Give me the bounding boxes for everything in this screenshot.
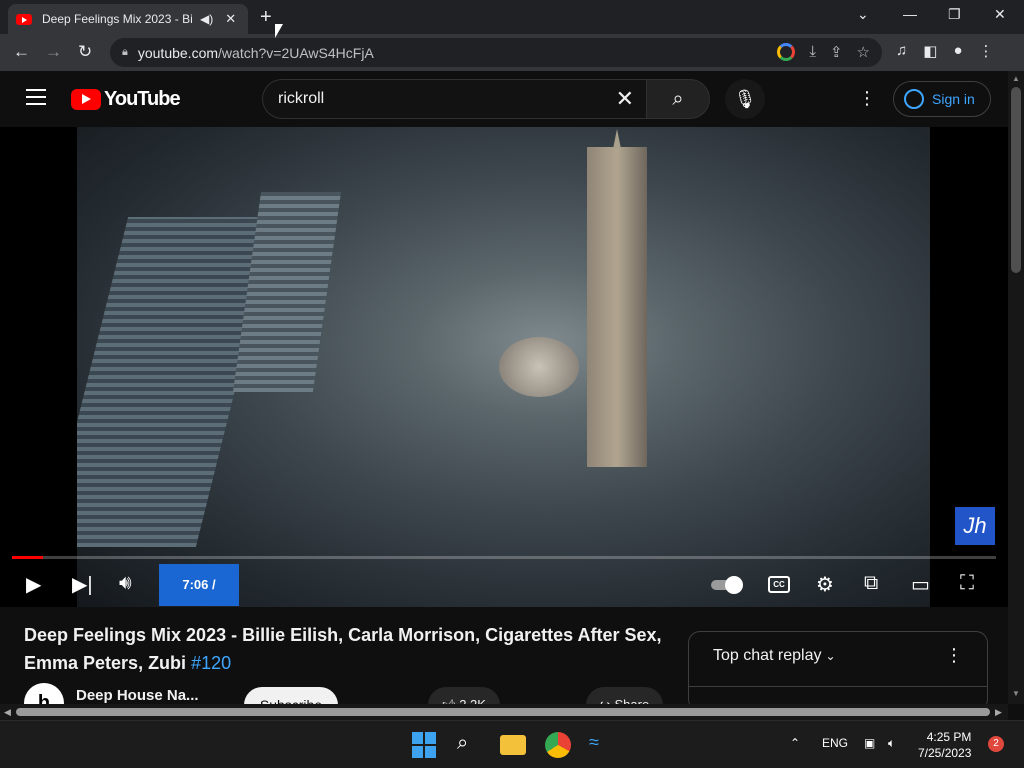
play-icon[interactable]: ▶	[26, 572, 41, 597]
notification-badge[interactable]: 2	[988, 736, 1004, 752]
clock-time: 4:25 PM	[926, 730, 972, 744]
chat-replay-dropdown[interactable]: Top chat replay ⌄	[713, 647, 836, 665]
channel-watermark[interactable]: Jh	[955, 507, 995, 545]
video-title-text: Deep Feelings Mix 2023 - Billie Eilish, …	[24, 625, 662, 673]
search-query: rickroll	[278, 90, 325, 107]
media-control-icon[interactable]: ♫	[896, 42, 907, 60]
speaker-icon[interactable]: 🔈︎	[888, 736, 895, 751]
url-host: youtube.com	[137, 44, 219, 61]
chat-replay-label: Top chat replay	[713, 647, 822, 664]
lock-icon[interactable]: 🔒︎	[122, 46, 128, 59]
video-frame[interactable]	[77, 127, 930, 607]
tab-close-icon[interactable]: ✕	[225, 11, 236, 27]
back-button[interactable]: ←	[13, 42, 30, 62]
video-scene-dome	[499, 337, 579, 397]
share-page-icon[interactable]: ⇪	[830, 43, 843, 61]
chevron-down-icon: ⌄	[825, 649, 836, 663]
subtitles-button[interactable]: CC	[768, 576, 790, 593]
settings-menu-icon[interactable]: ⋮	[858, 88, 876, 109]
restore-button[interactable]: ❐	[948, 6, 961, 23]
url-path: /watch?v=2UAwS4HcFjA	[218, 44, 374, 61]
video-scene-tower	[587, 129, 647, 467]
scroll-down-icon[interactable]: ▼	[1012, 689, 1020, 698]
url-text[interactable]: youtube.com/watch?v=2UAwS4HcFjA	[138, 45, 374, 61]
chat-replay-panel: Top chat replay ⌄ ⋮	[688, 631, 988, 711]
forward-button[interactable]: →	[45, 42, 62, 62]
bookmark-star-icon[interactable]: ☆	[857, 43, 870, 61]
tab-search-icon[interactable]: ⌄	[857, 6, 869, 23]
mouse-cursor-icon	[275, 24, 283, 38]
channel-name[interactable]: Deep House Na...	[76, 687, 199, 704]
address-bar[interactable]: 🔒︎ youtube.com/watch?v=2UAwS4HcFjA ⤓ ⇪ ☆	[110, 38, 882, 67]
account-icon	[904, 89, 924, 109]
youtube-logo-text: YouTube	[104, 88, 181, 110]
video-player[interactable]: Jh ▶ ▶| 🔊︎ 7:06 / 3:42:47 CC ⚙ ⧉ ▭ ⛶	[0, 127, 1008, 634]
sign-in-button[interactable]: Sign in	[893, 81, 991, 117]
volume-icon[interactable]: 🔊︎	[119, 572, 132, 595]
address-bar-icons: ⤓ ⇪ ☆	[777, 43, 870, 61]
toolbar-right: ♫ ◧ ● ⋮	[896, 42, 994, 60]
tray-chevron-icon[interactable]: ⌃	[790, 736, 800, 750]
miniplayer-icon[interactable]: ⧉	[864, 572, 878, 595]
file-explorer-icon[interactable]	[500, 735, 526, 755]
windows-start-icon[interactable]	[412, 732, 438, 758]
progress-bar[interactable]	[12, 556, 996, 559]
vertical-scroll-thumb[interactable]	[1011, 87, 1021, 273]
chrome-icon[interactable]	[545, 732, 571, 758]
scroll-up-icon[interactable]: ▲	[1012, 74, 1020, 83]
voice-search-icon[interactable]: 🎙︎	[725, 79, 765, 119]
search-button[interactable]: ⌕	[646, 79, 710, 119]
new-tab-button[interactable]: +	[260, 6, 272, 29]
language-indicator[interactable]: ENG	[822, 736, 848, 750]
settings-gear-icon[interactable]: ⚙	[816, 572, 834, 597]
minimize-button[interactable]: —	[903, 6, 917, 22]
close-window-button[interactable]: ✕	[994, 6, 1006, 23]
vertical-scrollbar[interactable]: ▲ ▼	[1008, 71, 1024, 704]
hamburger-menu-icon[interactable]	[26, 89, 46, 110]
profile-icon[interactable]: ●	[953, 42, 962, 60]
tab-audio-icon[interactable]: ◀)	[200, 12, 213, 26]
video-info: Deep Feelings Mix 2023 - Billie Eilish, …	[0, 607, 1008, 723]
reload-button[interactable]: ↻	[78, 42, 92, 62]
video-hashtag[interactable]: #120	[191, 653, 231, 673]
time-display: 7:06 / 3:42:47	[159, 564, 239, 634]
horizontal-scroll-thumb[interactable]	[16, 708, 990, 716]
horizontal-scrollbar[interactable]: ◀ ▶	[0, 704, 1008, 720]
tab-title: Deep Feelings Mix 2023 - Bill	[42, 12, 192, 26]
fullscreen-icon[interactable]: ⛶	[960, 572, 974, 595]
chat-menu-icon[interactable]: ⋮	[945, 645, 963, 666]
scroll-left-icon[interactable]: ◀	[4, 707, 11, 718]
clear-search-icon[interactable]: ✕	[616, 86, 634, 112]
side-panel-icon[interactable]: ◧	[923, 42, 937, 60]
theater-mode-icon[interactable]: ▭	[911, 572, 930, 597]
autoplay-toggle[interactable]	[711, 576, 744, 594]
chrome-menu-icon[interactable]: ⋮	[979, 42, 994, 60]
windows-taskbar: ⌕ ≈ ⌃ ENG ▣ 🔈︎ 4:25 PM 7/25/2023 2	[0, 720, 1024, 768]
google-lens-icon[interactable]	[777, 43, 796, 61]
install-icon[interactable]: ⤓	[809, 43, 816, 61]
progress-fill	[12, 556, 44, 559]
scroll-right-icon[interactable]: ▶	[995, 707, 1002, 718]
search-input[interactable]: rickroll ✕	[262, 79, 646, 119]
clock-date: 7/25/2023	[918, 746, 972, 760]
browser-toolbar: ← → ↻ 🔒︎ youtube.com/watch?v=2UAwS4HcFjA…	[0, 34, 1024, 71]
chat-divider	[689, 686, 987, 687]
video-title: Deep Feelings Mix 2023 - Billie Eilish, …	[24, 621, 664, 677]
app-dolphin-icon[interactable]: ≈	[589, 732, 615, 758]
next-icon[interactable]: ▶|	[72, 572, 93, 597]
youtube-favicon-icon	[16, 13, 32, 25]
youtube-logo[interactable]: YouTube	[71, 88, 181, 111]
youtube-header: YouTube rickroll ✕ ⌕ 🎙︎ ⋮ Sign in	[0, 71, 1008, 127]
taskbar-search-icon[interactable]: ⌕	[457, 732, 483, 758]
sign-in-label: Sign in	[932, 91, 975, 107]
youtube-play-logo-icon	[71, 89, 101, 110]
browser-tab-bar: Deep Feelings Mix 2023 - Bill ◀) ✕ + ⌄ —…	[0, 0, 1024, 34]
browser-tab[interactable]: Deep Feelings Mix 2023 - Bill ◀) ✕	[8, 4, 248, 34]
player-controls: ▶ ▶| 🔊︎ 7:06 / 3:42:47 CC ⚙ ⧉ ▭ ⛶	[0, 564, 1008, 634]
clock[interactable]: 4:25 PM 7/25/2023	[918, 729, 971, 761]
network-icon[interactable]: ▣	[864, 736, 875, 750]
